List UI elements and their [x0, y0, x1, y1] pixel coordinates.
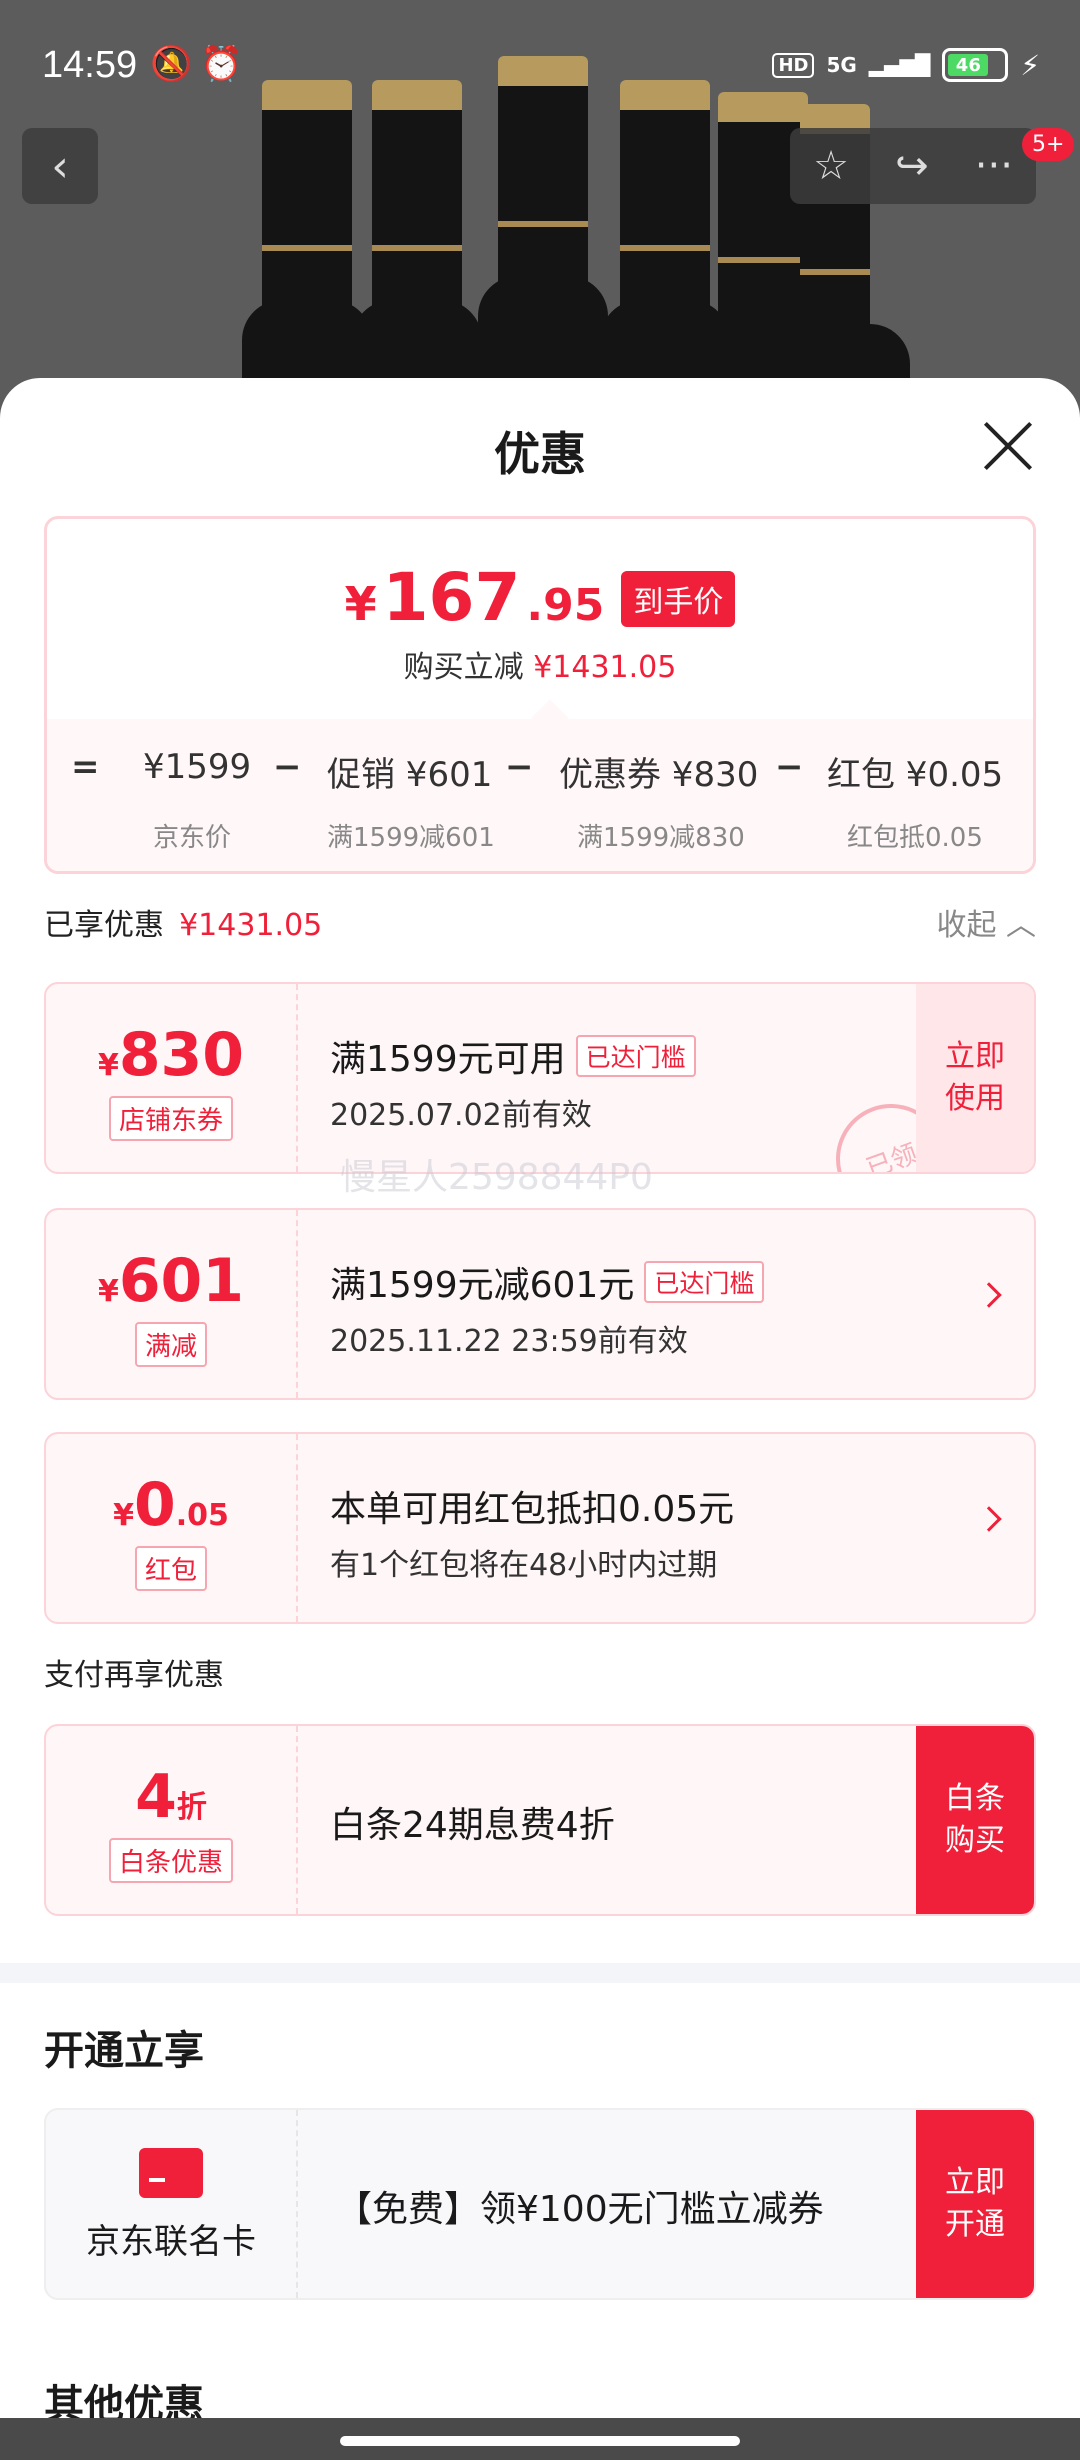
top-actions: ☆ ↪ ···	[790, 128, 1036, 204]
threshold-badge: 已达门槛	[575, 1035, 696, 1077]
more-icon[interactable]: ···	[975, 143, 1013, 189]
baitiao-offer: 白条24期息费4折	[330, 1805, 615, 1846]
jd-price: ¥1599	[143, 747, 252, 787]
sheet-title: 优惠	[494, 427, 586, 481]
discount-sheet: 优惠 ¥167.95 到手价 购买立减 ¥1431.05 = ¥1599 − 促…	[0, 378, 1080, 2460]
signal-icon: 5G	[826, 53, 857, 77]
use-now-button[interactable]: 立即使用	[916, 984, 1034, 1172]
promo-condition: 满1599元减601元	[330, 1265, 635, 1306]
baitiao-value: 4折	[135, 1762, 207, 1832]
watermark: 慢星人2598844P0	[340, 1157, 653, 1198]
cobrand-offer: 【免费】领¥100无门槛立减券	[336, 2189, 824, 2230]
message-badge: 5+	[1022, 128, 1075, 161]
enjoyed-amount: ¥1431.05	[179, 908, 323, 943]
cobrand-card[interactable]: 京东联名卡 【免费】领¥100无门槛立减券 立即开通	[44, 2108, 1036, 2300]
minus-sign: −	[273, 747, 302, 787]
promo-expiry: 2025.11.22 23:59前有效	[330, 1324, 688, 1359]
back-button[interactable]: ‹	[22, 128, 98, 204]
equals-sign: =	[71, 747, 100, 787]
chevron-right-icon[interactable]	[976, 1282, 1002, 1308]
coupon-condition: 满1599元可用	[330, 1039, 566, 1080]
promo-label: 满1599减601	[327, 823, 495, 853]
wine-bottle	[600, 80, 730, 420]
wine-bottle	[352, 80, 482, 420]
open-now-button[interactable]: 立即开通	[916, 2110, 1034, 2298]
home-indicator[interactable]	[340, 2436, 740, 2446]
redpack-expiry-note: 有1个红包将在48小时内过期	[330, 1548, 718, 1583]
coupon-value: ¥830	[97, 1020, 245, 1090]
share-icon[interactable]: ↪	[895, 143, 929, 189]
enjoyed-discount-row: 已享优惠 ¥1431.05 收起 ︿	[44, 900, 1036, 946]
coupon-type-tag: 店铺东券	[108, 1096, 233, 1141]
coupon-amount: 优惠券 ¥830	[559, 755, 759, 795]
instant-discount: 购买立减 ¥1431.05	[403, 650, 677, 685]
charging-icon: ⚡	[1020, 48, 1040, 82]
redpack-amount: 红包 ¥0.05	[827, 755, 1004, 795]
final-price: ¥167.95	[344, 559, 605, 636]
promo-value: ¥601	[97, 1246, 245, 1316]
coupon-card[interactable]: ¥830 店铺东券 满1599元可用 已达门槛 2025.07.02前有效 已领 …	[44, 982, 1036, 1174]
cobrand-card-name: 京东联名卡	[86, 2222, 256, 2262]
close-icon[interactable]	[980, 418, 1036, 474]
battery-icon: 46	[942, 48, 1009, 82]
redpack-label: 红包抵0.05	[847, 823, 983, 853]
chevron-right-icon[interactable]	[976, 1506, 1002, 1532]
final-price-card: ¥167.95 到手价 购买立减 ¥1431.05 = ¥1599 − 促销 ¥…	[44, 516, 1036, 874]
price-breakdown: = ¥1599 − 促销 ¥601 − 优惠券 ¥830 − 红包 ¥0.05 …	[47, 719, 1033, 871]
baitiao-buy-button[interactable]: 白条购买	[916, 1726, 1034, 1914]
jd-price-label: 京东价	[153, 823, 232, 853]
redpack-value: ¥0.05	[113, 1470, 229, 1540]
redpack-card[interactable]: ¥0.05 红包 本单可用红包抵扣0.05元 有1个红包将在48小时内过期	[44, 1432, 1036, 1624]
pay-discount-label: 支付再享优惠	[44, 1658, 224, 1693]
redpack-condition: 本单可用红包抵扣0.05元	[330, 1489, 735, 1530]
open-section-heading: 开通立享	[44, 2028, 204, 2074]
coupon-expiry: 2025.07.02前有效	[330, 1098, 592, 1133]
section-divider	[0, 1963, 1080, 1983]
coupon-label: 满1599减830	[577, 823, 745, 853]
status-bar: 14:59 🔕⏰ HD 5G ▂▄▆█ 46 ⚡	[0, 0, 1080, 130]
promo-amount: 促销 ¥601	[327, 755, 493, 795]
baitiao-tag: 白条优惠	[108, 1838, 233, 1883]
promo-card[interactable]: ¥601 满减 满1599元减601元 已达门槛 2025.11.22 23:59…	[44, 1208, 1036, 1400]
mute-alarm-icons: 🔕⏰	[150, 44, 251, 84]
minus-sign: −	[505, 747, 534, 787]
minus-sign: −	[775, 747, 804, 787]
wine-bottle	[242, 80, 372, 420]
redpack-type-tag: 红包	[134, 1546, 207, 1591]
signal-bars-icon: ▂▄▆█	[868, 53, 931, 77]
favorite-star-icon[interactable]: ☆	[813, 143, 849, 189]
credit-card-icon	[139, 2148, 203, 2198]
hd-icon: HD	[772, 52, 815, 78]
baitiao-card[interactable]: 4折 白条优惠 白条24期息费4折 白条购买	[44, 1724, 1036, 1916]
final-price-tag: 到手价	[621, 571, 736, 627]
collapse-button[interactable]: 收起 ︿	[936, 900, 1036, 944]
status-time: 14:59	[42, 44, 138, 86]
threshold-badge: 已达门槛	[644, 1261, 765, 1303]
promo-type-tag: 满减	[134, 1322, 207, 1367]
